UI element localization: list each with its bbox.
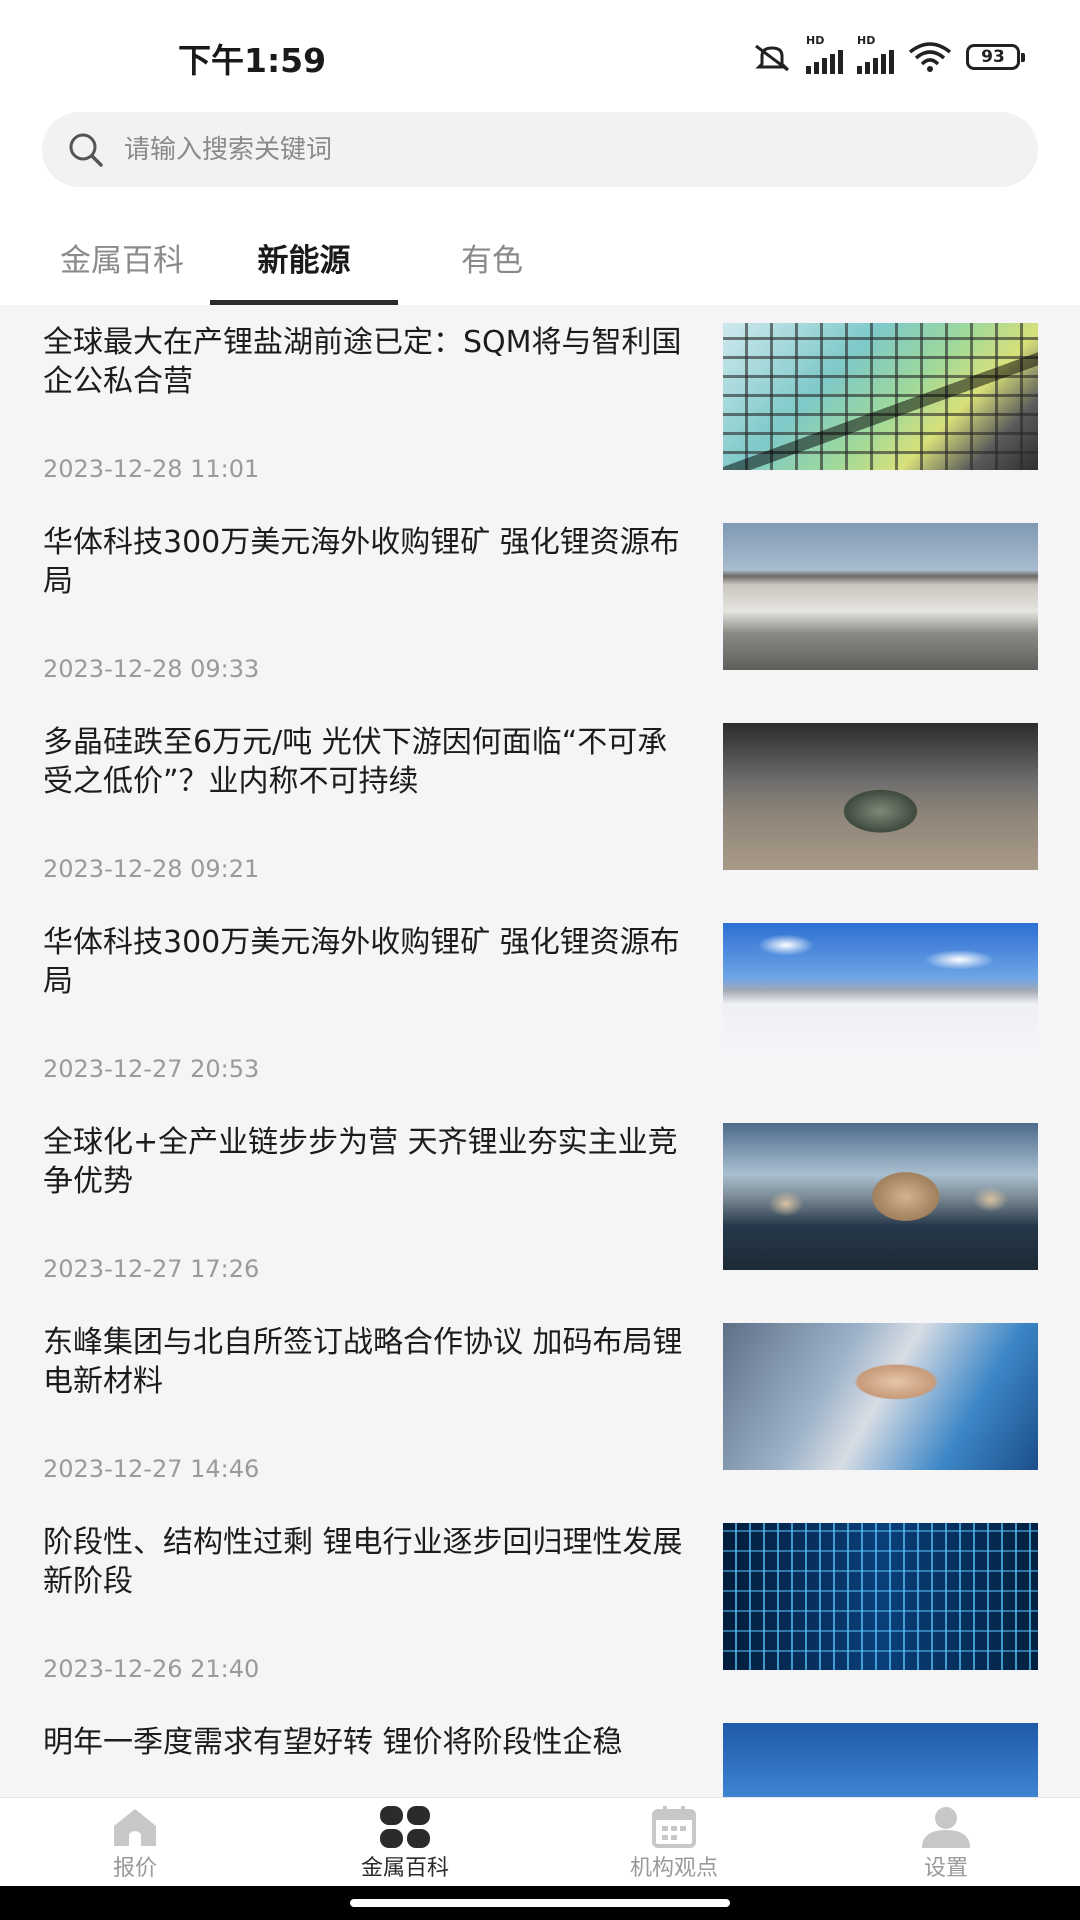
news-thumbnail: [723, 1123, 1038, 1270]
news-item[interactable]: 多晶硅跌至6万元/吨 光伏下游因何面临“不可承受之低价”？业内称不可持续 202…: [0, 705, 1080, 905]
news-thumbnail: [723, 323, 1038, 470]
system-home-bar: [0, 1886, 1080, 1920]
news-item[interactable]: 华体科技300万美元海外收购锂矿 强化锂资源布局 2023-12-28 09:3…: [0, 505, 1080, 705]
signal-icon-2: HD: [857, 34, 894, 74]
news-thumbnail: [723, 1323, 1038, 1470]
category-tabs: 金属百科 新能源 有色: [0, 225, 1080, 305]
status-icons: HD HD 93: [752, 34, 1025, 76]
nav-quotes[interactable]: 报价: [55, 1806, 215, 1882]
news-thumbnail: [723, 523, 1038, 670]
signal-icon-1: HD: [806, 34, 843, 74]
status-time: 下午1:59: [178, 41, 327, 80]
mute-icon: [755, 44, 789, 72]
home-indicator[interactable]: [350, 1899, 730, 1907]
search-icon: [69, 133, 103, 167]
grid-icon: [380, 1806, 430, 1848]
news-item[interactable]: 阶段性、结构性过剩 锂电行业逐步回归理性发展新阶段 2023-12-26 21:…: [0, 1505, 1080, 1705]
wifi-icon: [908, 42, 952, 72]
news-thumbnail: [723, 923, 1038, 1070]
tab-new-energy[interactable]: 新能源: [210, 235, 398, 305]
news-item[interactable]: 全球最大在产锂盐湖前途已定：SQM将与智利国企公私合营 2023-12-28 1…: [0, 305, 1080, 505]
tab-nonferrous[interactable]: 有色: [432, 235, 552, 305]
news-title: 全球化+全产业链步步为营 天齐锂业夯实主业竞争优势: [43, 1125, 678, 1199]
search-input[interactable]: [122, 133, 976, 166]
nav-label: 设置: [923, 1856, 968, 1881]
news-title: 明年一季度需求有望好转 锂价将阶段性企稳: [43, 1725, 623, 1760]
user-icon: [922, 1807, 970, 1848]
news-title: 阶段性、结构性过剩 锂电行业逐步回归理性发展新阶段: [43, 1525, 683, 1599]
battery-icon: 93: [966, 44, 1025, 70]
news-title: 华体科技300万美元海外收购锂矿 强化锂资源布局: [43, 925, 680, 999]
tab-metal-encyclopedia[interactable]: 金属百科: [32, 235, 212, 305]
nav-institution-views[interactable]: 机构观点: [594, 1806, 754, 1882]
news-date: 2023-12-28 11:01: [43, 455, 260, 483]
news-title: 东峰集团与北自所签订战略合作协议 加码布局锂电新材料: [43, 1325, 683, 1399]
news-date: 2023-12-28 09:33: [43, 655, 260, 683]
news-thumbnail: [723, 723, 1038, 870]
calendar-icon: [652, 1806, 696, 1848]
news-list: 全球最大在产锂盐湖前途已定：SQM将与智利国企公私合营 2023-12-28 1…: [0, 305, 1080, 1797]
nav-settings[interactable]: 设置: [866, 1806, 1026, 1882]
news-date: 2023-12-28 09:21: [43, 855, 260, 883]
nav-metal-encyclopedia[interactable]: 金属百科: [325, 1806, 485, 1882]
news-title: 全球最大在产锂盐湖前途已定：SQM将与智利国企公私合营: [43, 325, 682, 399]
status-bar: 下午1:59 HD HD 93: [0, 0, 1080, 110]
search-bar[interactable]: [42, 112, 1038, 187]
news-date: 2023-12-27 14:46: [43, 1455, 260, 1483]
news-title: 多晶硅跌至6万元/吨 光伏下游因何面临“不可承受之低价”？业内称不可持续: [43, 725, 668, 799]
news-date: 2023-12-26 21:40: [43, 1655, 260, 1683]
nav-label: 金属百科: [360, 1856, 449, 1881]
news-item[interactable]: 全球化+全产业链步步为营 天齐锂业夯实主业竞争优势 2023-12-27 17:…: [0, 1105, 1080, 1305]
home-icon: [114, 1809, 156, 1846]
nav-label: 机构观点: [629, 1856, 718, 1881]
news-date: 2023-12-27 20:53: [43, 1055, 260, 1083]
news-thumbnail: [723, 1523, 1038, 1670]
bottom-nav: 报价 金属百科 机构观点 设置: [0, 1797, 1080, 1886]
news-item[interactable]: 明年一季度需求有望好转 锂价将阶段性企稳: [0, 1705, 1080, 1797]
nav-label: 报价: [112, 1856, 157, 1881]
news-date: 2023-12-27 17:26: [43, 1255, 260, 1283]
news-thumbnail: [723, 1723, 1038, 1797]
news-title: 华体科技300万美元海外收购锂矿 强化锂资源布局: [43, 525, 680, 599]
news-item[interactable]: 华体科技300万美元海外收购锂矿 强化锂资源布局 2023-12-27 20:5…: [0, 905, 1080, 1105]
news-item[interactable]: 东峰集团与北自所签订战略合作协议 加码布局锂电新材料 2023-12-27 14…: [0, 1305, 1080, 1505]
